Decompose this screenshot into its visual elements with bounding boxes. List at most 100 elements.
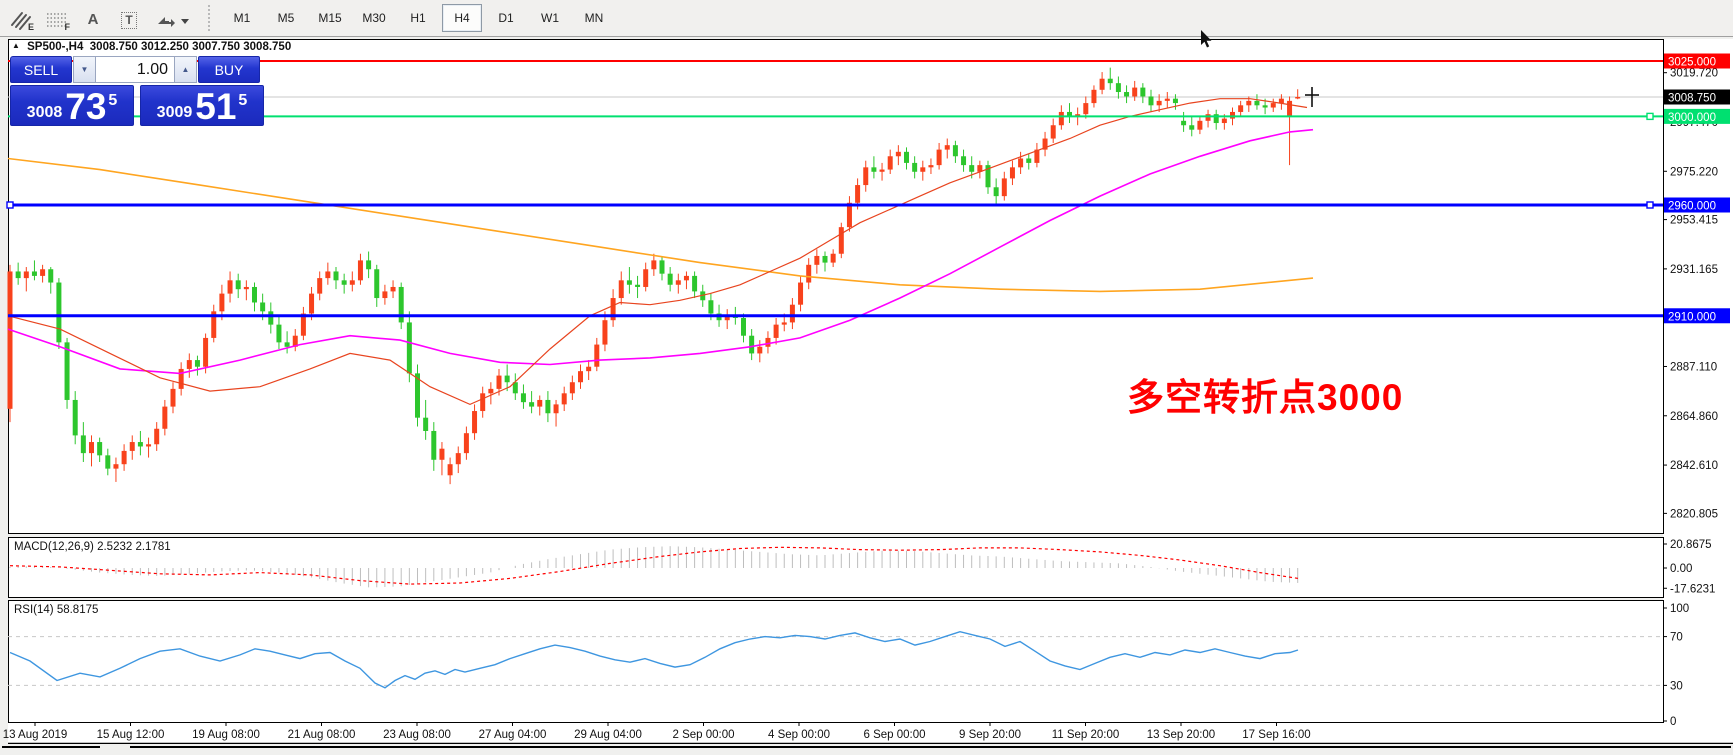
candle-body (244, 287, 249, 289)
candle-body (537, 400, 542, 407)
candle-body (32, 271, 37, 275)
candle-body (1197, 121, 1202, 130)
candle-body (1124, 92, 1129, 96)
price-tick-label: 2842.610 (1670, 460, 1718, 472)
price-tick-label: 2953.415 (1670, 215, 1718, 227)
candle-body (1295, 97, 1300, 99)
line-handle[interactable] (7, 202, 13, 208)
timeframe-button-m5[interactable]: M5 (266, 4, 306, 32)
candle-body (1254, 101, 1259, 105)
collapse-icon[interactable]: ▲ (12, 41, 20, 50)
chart-header: ▲ SP500-,H4 3008.750 3012.250 3007.750 3… (12, 41, 291, 53)
crayons-expert-icon[interactable]: E (6, 4, 36, 32)
rsi-scale-label: 100 (1670, 603, 1689, 615)
timeframe-button-w1[interactable]: W1 (530, 4, 570, 32)
volume-stepper: ▼ ▲ (73, 56, 197, 83)
candle-body (1238, 105, 1243, 112)
candle-body (1165, 99, 1170, 101)
timeframe-button-mn[interactable]: MN (574, 4, 614, 32)
candle-body (260, 302, 265, 311)
candle-body (317, 278, 322, 294)
candle-body (1100, 79, 1105, 90)
ohlc-values: 3008.750 3012.250 3007.750 3008.750 (90, 41, 291, 53)
date-label: 11 Sep 20:00 (1052, 729, 1120, 741)
candle-body (660, 260, 665, 273)
candle-body (236, 280, 241, 289)
timeframe-button-m1[interactable]: M1 (222, 4, 262, 32)
rsi-scale-label: 30 (1670, 680, 1683, 692)
buy-price-big: 51 (195, 90, 236, 123)
macd-panel[interactable] (9, 538, 1664, 598)
candle-body (1026, 158, 1031, 162)
candle-body (1263, 105, 1268, 107)
candle-body (228, 280, 233, 293)
candle-body (24, 271, 29, 278)
date-label: 21 Aug 08:00 (288, 729, 356, 741)
candle-body (48, 269, 53, 282)
candle-body (586, 367, 591, 371)
candle-body (1279, 99, 1284, 103)
candle-body (1132, 88, 1137, 97)
sell-button[interactable]: SELL (10, 56, 72, 83)
candle-body (456, 453, 461, 464)
rsi-scale-label: 0 (1670, 716, 1676, 728)
candle-body (953, 145, 958, 156)
date-label: 6 Sep 00:00 (863, 729, 925, 741)
candle-body (130, 442, 135, 451)
candle-body (1271, 103, 1276, 107)
line-handle[interactable] (1647, 202, 1653, 208)
line-handle[interactable] (1647, 113, 1653, 119)
candle-body (692, 276, 697, 292)
price-badge-label: 3008.750 (1668, 93, 1716, 105)
timeframe-button-d1[interactable]: D1 (486, 4, 526, 32)
date-label: 27 Aug 04:00 (479, 729, 547, 741)
volume-input[interactable] (96, 56, 174, 83)
chart-annotation-text[interactable]: 多空转折点3000 (1127, 367, 1403, 421)
date-label: 9 Sep 20:00 (959, 729, 1021, 741)
candle-body (65, 342, 70, 400)
one-click-trading-panel: SELL ▼ ▲ BUY 3008 73 5 3009 51 5 (10, 56, 266, 126)
text-box-icon[interactable]: T (114, 4, 144, 32)
candle-body (1181, 121, 1186, 125)
candle-body (994, 187, 999, 196)
candle-body (635, 285, 640, 287)
buy-button[interactable]: BUY (198, 56, 260, 83)
date-label: 13 Sep 20:00 (1147, 729, 1215, 741)
timeframe-buttons: M1M5M15M30H1H4D1W1MN (220, 4, 616, 32)
rsi-panel[interactable] (9, 601, 1664, 723)
sell-price-big: 73 (65, 90, 106, 123)
cursor-arrows-icon[interactable] (150, 4, 192, 32)
sell-price-sup: 5 (108, 86, 117, 116)
date-label: 23 Aug 08:00 (383, 729, 451, 741)
candle-body (195, 360, 200, 367)
candle-body (73, 400, 78, 435)
date-label: 4 Sep 00:00 (768, 729, 830, 741)
volume-increase-button[interactable]: ▲ (174, 56, 197, 83)
timeframe-button-m15[interactable]: M15 (310, 4, 350, 32)
candle-body (464, 433, 469, 453)
grid-fibo-icon[interactable]: F (42, 4, 72, 32)
timeframe-button-m30[interactable]: M30 (354, 4, 394, 32)
candle-body (97, 442, 102, 455)
candle-body (252, 287, 257, 303)
letter-a-icon[interactable]: A (78, 4, 108, 32)
volume-decrease-button[interactable]: ▼ (73, 56, 96, 83)
candle-body (668, 274, 673, 285)
macd-label: MACD(12,26,9) 2.5232 2.1781 (14, 541, 171, 553)
timeframe-button-h1[interactable]: H1 (398, 4, 438, 32)
candle-body (880, 170, 885, 172)
candle-body (56, 283, 61, 343)
candle-body (146, 444, 151, 446)
candle-body (1002, 178, 1007, 196)
candle-body (162, 407, 167, 429)
buy-price-display[interactable]: 3009 51 5 (140, 85, 264, 126)
candle-body (138, 442, 143, 446)
candle-body (570, 382, 575, 393)
candle-body (888, 156, 893, 169)
sell-price-display[interactable]: 3008 73 5 (10, 85, 134, 126)
timeframe-button-h4[interactable]: H4 (442, 4, 482, 32)
candle-body (488, 389, 493, 393)
window-edge-segment (2, 746, 100, 748)
candle-body (439, 449, 444, 460)
candle-body (545, 400, 550, 413)
